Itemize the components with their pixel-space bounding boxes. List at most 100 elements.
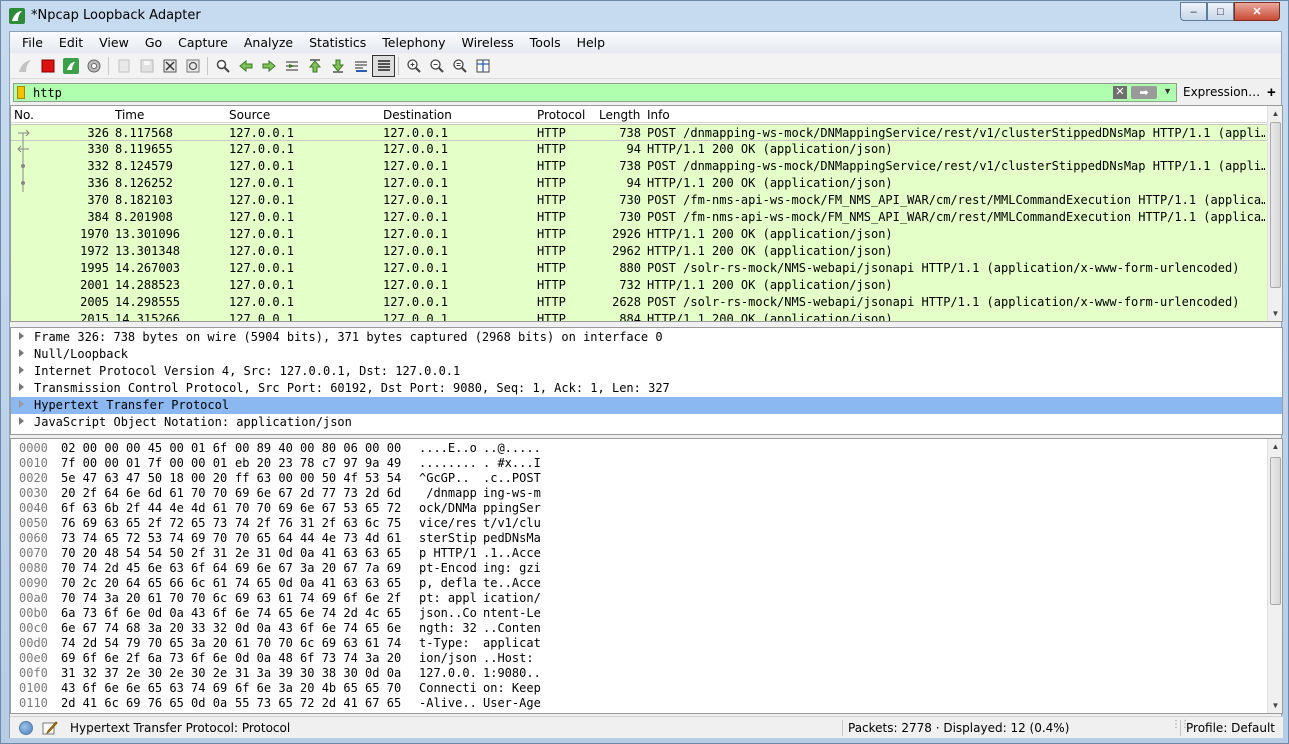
expand-arrow-icon[interactable] — [19, 400, 24, 408]
menu-telephony[interactable]: Telephony — [374, 35, 453, 50]
hex-row[interactable]: 0100 43 6f 6e 6e 65 63 74 69 6f 6e 3a 20 4… — [11, 681, 1261, 696]
packet-row[interactable]: 2001 14.288523 127.0.0.1 127.0.0.1 HTTP 732 HT… — [11, 277, 1267, 294]
packet-row[interactable]: 2015 14.315266 127.0.0.1 127.0.0.1 HTTP 884 HT… — [11, 311, 1267, 321]
display-filter-input[interactable]: http ✕ ➡ ▼ — [13, 82, 1177, 102]
capture-options-gear-icon[interactable] — [82, 55, 105, 77]
menu-help[interactable]: Help — [569, 35, 614, 50]
go-forward-arrow-icon[interactable] — [257, 55, 280, 77]
filter-text[interactable]: http — [33, 86, 62, 100]
autoscroll-icon[interactable] — [349, 55, 372, 77]
clear-filter-icon[interactable]: ✕ — [1113, 85, 1127, 99]
column-header-source[interactable]: Source — [229, 108, 270, 122]
go-back-arrow-icon[interactable] — [234, 55, 257, 77]
expand-arrow-icon[interactable] — [19, 383, 24, 391]
hex-row[interactable]: 00d0 74 2d 54 79 70 65 3a 20 61 70 70 6c 6… — [11, 636, 1261, 651]
profile-switcher[interactable]: Profile: Default — [1186, 721, 1275, 735]
resize-columns-icon[interactable] — [471, 55, 494, 77]
go-to-packet-icon[interactable] — [280, 55, 303, 77]
tree-item-loopback[interactable]: Null/Loopback — [11, 346, 1282, 363]
expand-arrow-icon[interactable] — [19, 366, 24, 374]
packet-row[interactable]: 330 8.119655 127.0.0.1 127.0.0.1 HTTP 94 HTTP/… — [11, 141, 1267, 158]
menu-edit[interactable]: Edit — [51, 35, 91, 50]
title-bar[interactable]: *Npcap Loopback Adapter – □ ✕ — [1, 1, 1288, 31]
packet-row[interactable]: 336 8.126252 127.0.0.1 127.0.0.1 HTTP 94 HTTP/… — [11, 175, 1267, 192]
packet-row[interactable]: 384 8.201908 127.0.0.1 127.0.0.1 HTTP 730 POST… — [11, 209, 1267, 226]
packet-row[interactable]: 2005 14.298555 127.0.0.1 127.0.0.1 HTTP 2628 P… — [11, 294, 1267, 311]
packet-row[interactable]: 1970 13.301096 127.0.0.1 127.0.0.1 HTTP 2926 H… — [11, 226, 1267, 243]
scroll-down-icon[interactable]: ▼ — [1268, 698, 1282, 713]
expand-arrow-icon[interactable] — [19, 417, 24, 425]
menu-view[interactable]: View — [91, 35, 137, 50]
packet-row[interactable]: 332 8.124579 127.0.0.1 127.0.0.1 HTTP 738 POST… — [11, 158, 1267, 175]
menu-tools[interactable]: Tools — [522, 35, 569, 50]
packet-row[interactable]: 370 8.182103 127.0.0.1 127.0.0.1 HTTP 730 POST… — [11, 192, 1267, 209]
colorize-list-icon[interactable] — [372, 55, 395, 77]
column-header-protocol[interactable]: Protocol — [537, 108, 585, 122]
hex-row[interactable]: 0040 6f 63 6b 2f 44 4e 4d 61 70 70 69 6e 6… — [11, 501, 1261, 516]
apply-filter-arrow-icon[interactable]: ➡ — [1131, 85, 1157, 99]
start-capture-fin-icon[interactable] — [13, 55, 36, 77]
hex-row[interactable]: 0110 2d 41 6c 69 76 65 0d 0a 55 73 65 72 2… — [11, 696, 1261, 711]
add-filter-button[interactable]: + — [1267, 84, 1276, 101]
close-button[interactable]: ✕ — [1234, 2, 1280, 21]
hex-row[interactable]: 00f0 31 32 37 2e 30 2e 30 2e 31 3a 39 30 3… — [11, 666, 1261, 681]
capture-comment-pencil-icon[interactable] — [42, 720, 58, 736]
filter-bookmark-icon[interactable] — [17, 85, 25, 99]
scroll-thumb[interactable] — [1270, 457, 1281, 605]
packet-list-scrollbar[interactable]: ▲ ▼ — [1267, 106, 1282, 321]
column-header-no[interactable]: No. — [14, 108, 34, 122]
hex-row[interactable]: 0030 20 2f 64 6e 6d 61 70 70 69 6e 67 2d 7… — [11, 486, 1261, 501]
hex-row[interactable]: 0090 70 2c 20 64 65 66 6c 61 74 65 0d 0a 4… — [11, 576, 1261, 591]
reload-file-icon[interactable] — [181, 55, 204, 77]
column-header-info[interactable]: Info — [647, 108, 670, 122]
hex-row[interactable]: 0010 7f 00 00 01 7f 00 00 01 eb 20 23 78 c… — [11, 456, 1261, 471]
packet-row[interactable]: 326 8.117568 127.0.0.1 127.0.0.1 HTTP 738 POST… — [11, 124, 1267, 142]
expand-arrow-icon[interactable] — [19, 349, 24, 357]
restart-capture-icon[interactable] — [59, 55, 82, 77]
hex-row[interactable]: 0020 5e 47 63 47 50 18 00 20 ff 63 00 00 5… — [11, 471, 1261, 486]
tree-item-ipv4[interactable]: Internet Protocol Version 4, Src: 127.0.… — [11, 363, 1282, 380]
scroll-down-icon[interactable]: ▼ — [1268, 306, 1282, 321]
expression-button[interactable]: Expression… — [1183, 85, 1260, 99]
tree-item-http[interactable]: Hypertext Transfer Protocol — [11, 397, 1282, 414]
expand-arrow-icon[interactable] — [19, 332, 24, 340]
tree-item-frame[interactable]: Frame 326: 738 bytes on wire (5904 bits)… — [11, 329, 1282, 346]
bytes-scrollbar[interactable]: ▲ ▼ — [1267, 439, 1282, 713]
hex-row[interactable]: 00a0 70 74 3a 20 61 70 70 6c 69 63 61 74 6… — [11, 591, 1261, 606]
menu-wireless[interactable]: Wireless — [453, 35, 521, 50]
scroll-thumb[interactable] — [1270, 122, 1281, 288]
expert-info-led-icon[interactable] — [19, 721, 33, 735]
close-file-icon[interactable] — [158, 55, 181, 77]
tree-item-tcp[interactable]: Transmission Control Protocol, Src Port:… — [11, 380, 1282, 397]
hex-row[interactable]: 0000 02 00 00 00 45 00 01 6f 00 89 40 00 8… — [11, 441, 1261, 456]
open-file-icon[interactable] — [112, 55, 135, 77]
packet-row[interactable]: 1972 13.301348 127.0.0.1 127.0.0.1 HTTP 2962 H… — [11, 243, 1267, 260]
scroll-up-icon[interactable]: ▲ — [1268, 439, 1282, 454]
hex-row[interactable]: 00e0 69 6f 6e 2f 6a 73 6f 6e 0d 0a 48 6f 7… — [11, 651, 1261, 666]
zoom-out-icon[interactable] — [425, 55, 448, 77]
maximize-button[interactable]: □ — [1207, 2, 1234, 21]
hex-row[interactable]: 0060 73 74 65 72 53 74 69 70 70 65 64 44 4… — [11, 531, 1261, 546]
tree-item-json[interactable]: JavaScript Object Notation: application/… — [11, 414, 1282, 431]
column-header-length[interactable]: Length — [599, 108, 640, 122]
hex-row[interactable]: 0050 76 69 63 65 2f 72 65 73 74 2f 76 31 2… — [11, 516, 1261, 531]
menu-statistics[interactable]: Statistics — [301, 35, 374, 50]
zoom-in-icon[interactable] — [402, 55, 425, 77]
hex-row[interactable]: 0070 70 20 48 54 54 50 2f 31 2e 31 0d 0a 4… — [11, 546, 1261, 561]
first-packet-icon[interactable] — [303, 55, 326, 77]
menu-go[interactable]: Go — [137, 35, 170, 50]
stop-capture-icon[interactable] — [36, 55, 59, 77]
save-file-icon[interactable] — [135, 55, 158, 77]
hex-row[interactable]: 0080 70 74 2d 45 6e 63 6f 64 69 6e 67 3a 2… — [11, 561, 1261, 576]
column-header-time[interactable]: Time — [115, 108, 144, 122]
hex-row[interactable]: 00b0 6a 73 6f 6e 0d 0a 43 6f 6e 74 65 6e 7… — [11, 606, 1261, 621]
column-header-destination[interactable]: Destination — [383, 108, 452, 122]
hex-row[interactable]: 00c0 6e 67 74 68 3a 20 33 32 0d 0a 43 6f 6… — [11, 621, 1261, 636]
scroll-up-icon[interactable]: ▲ — [1268, 106, 1282, 121]
find-packet-icon[interactable] — [211, 55, 234, 77]
last-packet-icon[interactable] — [326, 55, 349, 77]
packet-row[interactable]: 1995 14.267003 127.0.0.1 127.0.0.1 HTTP 880 PO… — [11, 260, 1267, 277]
minimize-button[interactable]: – — [1180, 2, 1207, 21]
menu-capture[interactable]: Capture — [170, 35, 236, 50]
normal-size-icon[interactable] — [448, 55, 471, 77]
